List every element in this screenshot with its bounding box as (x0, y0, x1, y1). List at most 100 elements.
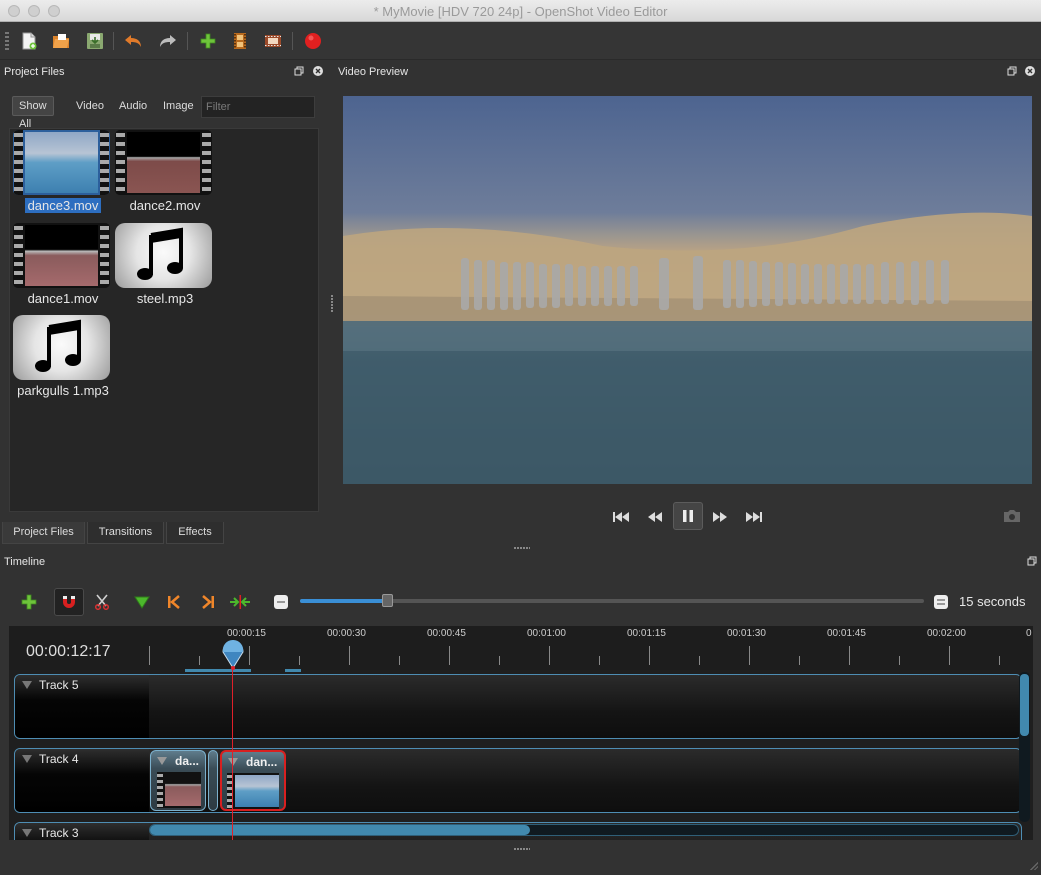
file-name-label: parkgulls 1.mp3 (17, 383, 109, 398)
current-time-readout: 00:00:12:17 (26, 643, 111, 660)
tab-project-files[interactable]: Project Files (2, 522, 85, 544)
clip-menu-arrow-icon[interactable] (228, 758, 238, 766)
music-note-icon (13, 315, 110, 380)
import-files-icon[interactable] (198, 31, 218, 51)
file-item-parkgulls[interactable]: parkgulls 1.mp3 (10, 314, 110, 400)
choose-profile-icon[interactable] (230, 31, 250, 51)
zoom-level-label: 15 seconds (959, 594, 1026, 609)
add-marker-icon[interactable] (131, 591, 153, 613)
window-resize-grip[interactable] (1028, 860, 1038, 870)
close-dock-icon[interactable] (312, 66, 323, 77)
filter-audio-button[interactable]: Audio (113, 96, 153, 116)
ruler-tick (149, 646, 150, 665)
track-menu-arrow-icon[interactable] (22, 755, 32, 763)
undo-icon[interactable] (123, 31, 143, 51)
redo-icon[interactable] (158, 31, 178, 51)
ruler-tick (449, 646, 450, 665)
track-header[interactable]: Track 4 (15, 749, 149, 812)
razor-scissors-icon[interactable] (91, 591, 113, 613)
video-thumbnail (115, 130, 212, 195)
file-item-steel[interactable]: steel.mp3 (112, 222, 212, 308)
float-dock-icon[interactable] (1006, 66, 1017, 77)
timeline-clip[interactable] (208, 750, 218, 811)
open-project-icon[interactable] (51, 31, 71, 51)
next-marker-icon[interactable] (197, 591, 219, 613)
float-dock-icon[interactable] (1026, 556, 1037, 567)
zoom-in-icon[interactable] (930, 591, 952, 613)
toolbar-separator (187, 32, 188, 50)
video-preview-frame[interactable] (343, 96, 1032, 484)
filter-video-button[interactable]: Video (70, 96, 110, 116)
file-item-dance1[interactable]: dance1.mov (10, 222, 110, 308)
window-title-bar: * MyMovie [HDV 720 24p] - OpenShot Video… (0, 0, 1041, 22)
track-header[interactable]: Track 5 (15, 675, 149, 738)
vertical-scroll-thumb[interactable] (1020, 674, 1029, 736)
filter-show-all-button[interactable]: Show All (12, 96, 54, 130)
ruler-tick (849, 646, 850, 665)
ruler-label: 0 (1026, 628, 1032, 639)
track-5[interactable]: Track 5 (14, 674, 1022, 739)
project-files-dock-title: Project Files (4, 66, 65, 78)
file-name-label: dance2.mov (129, 198, 201, 213)
file-item-dance3[interactable]: dance3.mov (10, 129, 110, 215)
timeline-horizontal-scrollbar[interactable] (149, 824, 1019, 836)
ruler-label: 00:01:00 (527, 628, 566, 639)
timeline-clip-selected[interactable]: dan... (220, 750, 286, 811)
timeline-ruler[interactable] (9, 626, 1033, 670)
file-filter-input[interactable] (201, 96, 315, 118)
track-header[interactable]: Track 3 (15, 823, 149, 840)
music-note-icon (115, 223, 212, 288)
video-thumbnail (13, 223, 110, 288)
snapping-magnet-icon[interactable] (54, 588, 84, 616)
file-item-dance2[interactable]: dance2.mov (112, 129, 212, 215)
snapshot-camera-icon[interactable] (1000, 504, 1024, 528)
ruler-tick (349, 646, 350, 665)
track-4[interactable]: Track 4 da... dan... (14, 748, 1022, 813)
video-preview-dock-title: Video Preview (338, 66, 409, 78)
export-video-icon[interactable] (303, 31, 323, 51)
toolbar-grip[interactable] (5, 32, 9, 50)
timeline-canvas[interactable]: 00:00:12:17 00:00:15 00:00:30 00:00:45 0… (9, 626, 1033, 840)
jump-start-icon[interactable] (609, 505, 633, 529)
ruler-tick (599, 656, 600, 665)
clip-menu-arrow-icon[interactable] (157, 757, 167, 765)
add-track-icon[interactable] (18, 591, 40, 613)
previous-marker-icon[interactable] (163, 591, 185, 613)
fullscreen-icon[interactable] (263, 31, 283, 51)
ruler-tick (549, 646, 550, 665)
track-name-label: Track 4 (39, 752, 79, 766)
close-dock-icon[interactable] (1024, 66, 1035, 77)
bottom-splitter-handle[interactable] (514, 848, 530, 850)
track-menu-arrow-icon[interactable] (22, 681, 32, 689)
new-project-icon[interactable] (19, 31, 39, 51)
filter-image-button[interactable]: Image (157, 96, 200, 116)
ruler-tick (199, 656, 200, 665)
track-menu-arrow-icon[interactable] (22, 829, 32, 837)
horizontal-splitter-handle[interactable] (514, 547, 530, 549)
project-files-grid: dance3.mov dance2.mov dance1.mov steel.m… (9, 128, 319, 512)
center-timeline-on-playhead-icon[interactable] (229, 591, 251, 613)
ruler-tick (899, 656, 900, 665)
fast-forward-icon[interactable] (708, 505, 732, 529)
timeline-clip[interactable]: da... (150, 750, 206, 811)
playhead-handle-icon[interactable] (221, 638, 245, 670)
zoom-out-icon[interactable] (270, 591, 292, 613)
vertical-splitter-handle[interactable] (331, 295, 333, 313)
ruler-tick (699, 656, 700, 665)
ruler-tick (299, 656, 300, 665)
horizontal-scroll-thumb[interactable] (150, 825, 530, 835)
float-dock-icon[interactable] (293, 66, 304, 77)
timeline-vertical-scrollbar[interactable] (1019, 672, 1030, 822)
rewind-icon[interactable] (643, 505, 667, 529)
file-name-label: steel.mp3 (136, 291, 194, 306)
tab-transitions[interactable]: Transitions (87, 522, 164, 544)
pause-icon[interactable] (673, 502, 703, 530)
save-project-icon[interactable] (85, 31, 105, 51)
jump-end-icon[interactable] (742, 505, 766, 529)
playhead-line[interactable] (232, 654, 233, 840)
timeline-zoom-slider[interactable] (300, 599, 924, 603)
tab-effects[interactable]: Effects (166, 522, 224, 544)
zoom-slider-handle[interactable] (382, 594, 394, 607)
ruler-tick (949, 646, 950, 665)
clip-thumbnail (157, 772, 201, 808)
